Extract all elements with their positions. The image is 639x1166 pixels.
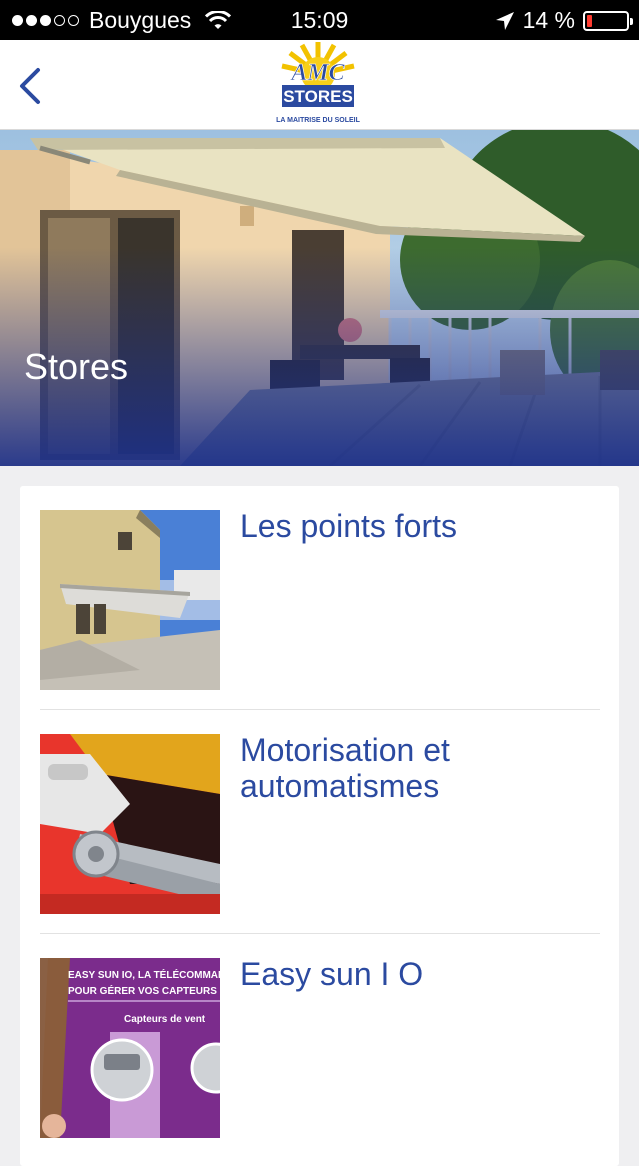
logo-tagline: LA MAITRISE DU SOLEIL [276, 117, 360, 124]
amc-stores-logo: AMC STORES LA MAITRISE DU SOLEIL [276, 42, 361, 124]
battery-percentage: 14 % [522, 7, 575, 33]
item-label: Motorisation et automatismes [240, 732, 450, 804]
list-item-points-forts[interactable]: Les points forts [40, 486, 600, 710]
thumbnail-easy-sun: EASY SUN IO, LA TÉLÉCOMMAN POUR GÉRER VO… [40, 958, 220, 1138]
thumb-text-line1: EASY SUN IO, LA TÉLÉCOMMAN [68, 968, 220, 981]
thumbnail-house-awning-image [40, 510, 220, 690]
battery-icon [583, 10, 633, 31]
list-item-motorisation[interactable]: Motorisation et automatismes [40, 710, 600, 934]
hero-photo-awning-terrace [0, 130, 639, 466]
thumbnail-easy-sun-brochure-image: EASY SUN IO, LA TÉLÉCOMMAN POUR GÉRER VO… [40, 958, 220, 1138]
hero-banner: Stores [0, 130, 639, 466]
status-right: 14 % [495, 7, 633, 34]
logo-name: AMC [289, 60, 345, 86]
thumbnail-points-forts [40, 510, 220, 690]
status-bar: Bouygues 15:09 14 % [0, 0, 639, 40]
thumbnail-motor-mechanism-image [40, 734, 220, 914]
thumb-text-line3: Capteurs de vent [124, 1014, 206, 1025]
list-item-easy-sun[interactable]: EASY SUN IO, LA TÉLÉCOMMAN POUR GÉRER VO… [40, 934, 600, 1158]
content-card: Les points forts Motorisation et automat… [20, 486, 619, 1166]
back-chevron-icon[interactable] [14, 64, 50, 108]
location-arrow-icon [495, 11, 514, 30]
thumb-text-line2: POUR GÉRER VOS CAPTEURS [68, 984, 217, 997]
page-title: Stores [24, 346, 129, 387]
thumbnail-motorisation [40, 734, 220, 914]
item-label: Les points forts [240, 508, 457, 544]
navigation-bar: AMC STORES LA MAITRISE DU SOLEIL [0, 40, 639, 130]
item-label: Easy sun I O [240, 956, 424, 992]
battery-fill [587, 14, 593, 27]
logo-stores: STORES [283, 87, 353, 106]
